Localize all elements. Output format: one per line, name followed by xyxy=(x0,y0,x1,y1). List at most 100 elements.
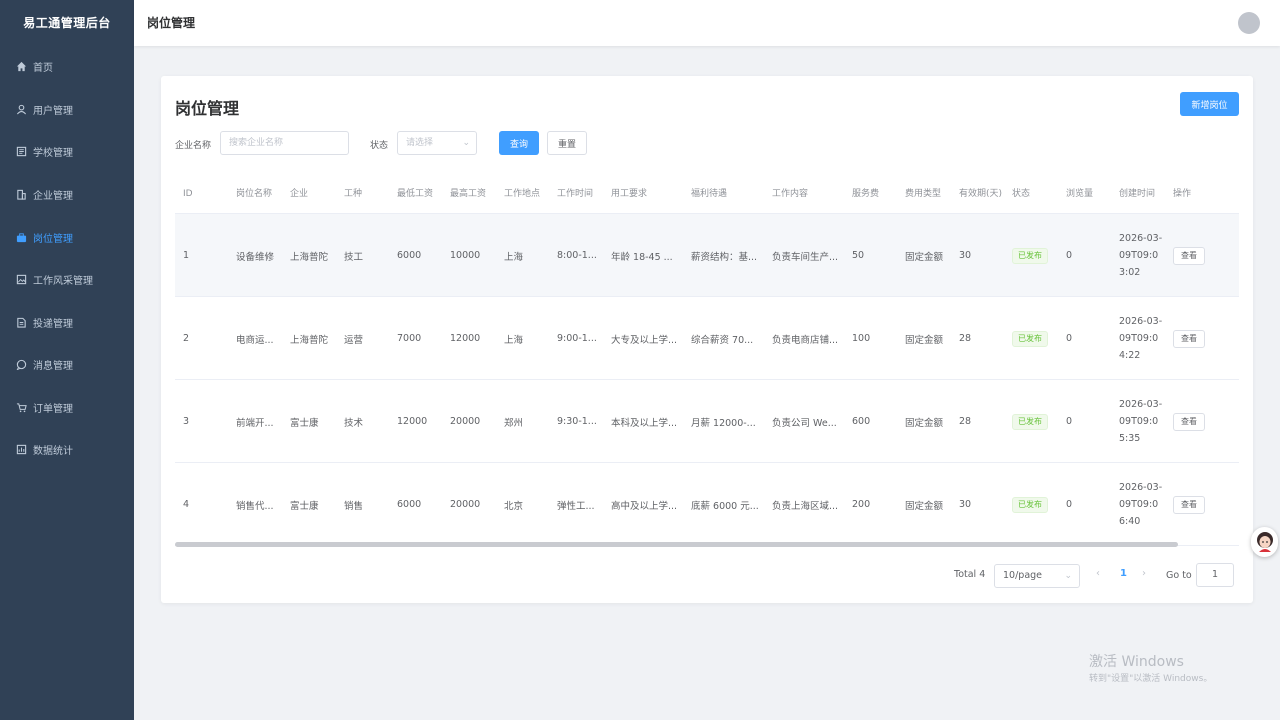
page-number-current[interactable]: 1 xyxy=(1120,568,1127,579)
column-header: 福利待遇 xyxy=(691,189,728,199)
sidebar: 易工通管理后台 首页 用户管理 学校管理 企业管理 岗位管理 工作风采管理 投递管理 消息管理… xyxy=(0,0,134,720)
table-cell: 7000 xyxy=(397,297,421,380)
table-horizontal-scrollbar[interactable] xyxy=(175,542,1178,547)
goto-page-input[interactable]: 1 xyxy=(1196,563,1234,587)
cell-text: 富士康 xyxy=(290,417,319,429)
cell-text: 0 xyxy=(1066,250,1073,261)
add-job-button[interactable]: 新增岗位 xyxy=(1180,92,1239,116)
sidebar-item-5[interactable]: 岗位管理 xyxy=(0,218,134,256)
cell-text: 大专及以上学... xyxy=(611,334,678,346)
cell-text: 底薪 6000 元... xyxy=(691,500,759,512)
table-cell: 0 xyxy=(1066,214,1072,297)
cell-text: 销售代... xyxy=(236,500,274,512)
view-button[interactable]: 查看 xyxy=(1173,412,1205,431)
table-cell: 上海 xyxy=(504,297,523,380)
cell-text: 负责上海区域... xyxy=(772,500,839,512)
cell-text: 郑州 xyxy=(504,417,524,429)
table-cell: 查看 xyxy=(1173,463,1205,546)
table-cell: 上海 xyxy=(504,214,523,297)
cell-text: 4 xyxy=(183,499,190,510)
table-cell: 6000 xyxy=(397,214,421,297)
table-cell: 0 xyxy=(1066,297,1072,380)
table-cell: 负责公司 We... xyxy=(772,380,837,463)
sidebar-item-8[interactable]: 消息管理 xyxy=(0,345,134,383)
table-cell: 28 xyxy=(959,297,971,380)
table-cell: 30 xyxy=(959,214,971,297)
column-header: 工种 xyxy=(344,189,363,199)
view-button[interactable]: 查看 xyxy=(1173,329,1205,348)
company-search-input[interactable] xyxy=(220,131,349,155)
table-cell: 已发布 xyxy=(1012,380,1048,463)
cell-text: 0 xyxy=(1066,499,1073,510)
cell-text: 600 xyxy=(852,416,871,427)
table-cell: 查看 xyxy=(1173,214,1205,297)
cell-text: 综合薪资 70... xyxy=(691,334,754,346)
cell-text: 固定金额 xyxy=(905,417,944,429)
table-cell: 2 xyxy=(183,297,189,380)
table-cell: 北京 xyxy=(504,463,523,546)
sidebar-item-2[interactable]: 用户管理 xyxy=(0,90,134,128)
windows-activation-watermark-title: 激活 Windows xyxy=(1089,654,1184,670)
avatar[interactable] xyxy=(1238,12,1260,34)
table-cell: 12000 xyxy=(397,380,427,463)
prev-page-icon[interactable]: ‹ xyxy=(1096,568,1100,579)
cell-text: 高中及以上学... xyxy=(611,500,678,512)
table-cell: 上海普陀 xyxy=(290,214,328,297)
sidebar-item-4[interactable]: 企业管理 xyxy=(0,175,134,213)
status-filter-label: 状态 xyxy=(370,141,389,151)
table-row: 1 设备维修 上海普陀 技工 6000 10000 上海 8:00-1... 年龄 18-45 … xyxy=(175,214,1239,297)
status-badge: 已发布 xyxy=(1012,413,1048,430)
table-cell: 富士康 xyxy=(290,463,319,546)
table-cell: 4 xyxy=(183,463,189,546)
table-cell: 50 xyxy=(852,214,864,297)
sidebar-item-6[interactable]: 工作风采管理 xyxy=(0,260,134,298)
column-header: 工作地点 xyxy=(504,189,541,199)
sidebar-item-3[interactable]: 学校管理 xyxy=(0,132,134,170)
table-cell: 0 xyxy=(1066,380,1072,463)
page-size-select[interactable]: 10/page ⌄ xyxy=(994,564,1080,588)
main-card: 岗位管理 新增岗位 企业名称 状态 请选择 ⌄ 查询 重置 ID 岗位名称 企业 工种… xyxy=(161,76,1253,603)
table-cell: 固定金额 xyxy=(905,214,943,297)
cell-text: 富士康 xyxy=(290,500,319,512)
table-cell: 1 xyxy=(183,214,189,297)
cell-text: 6000 xyxy=(397,499,422,510)
jobs-table: ID 岗位名称 企业 工种 最低工资 最高工资 工作地点 工作时间 用工要求 福利待遇 工作内容 服务… xyxy=(175,174,1239,546)
column-header: 状态 xyxy=(1012,189,1031,199)
sidebar-item-7[interactable]: 投递管理 xyxy=(0,303,134,341)
next-page-icon[interactable]: › xyxy=(1142,568,1146,579)
cell-text: 2026-03-09T09:05:35 xyxy=(1119,399,1163,444)
sidebar-item-1[interactable]: 首页 xyxy=(0,47,134,85)
sidebar-item-label: 数据统计 xyxy=(33,445,73,457)
table-cell: 0 xyxy=(1066,463,1072,546)
pagination-total: Total 4 xyxy=(954,569,986,580)
table-cell: 600 xyxy=(852,380,870,463)
sidebar-item-9[interactable]: 订单管理 xyxy=(0,388,134,426)
view-button[interactable]: 查看 xyxy=(1173,495,1205,514)
table-cell: 电商运... xyxy=(236,297,274,380)
sidebar-item-label: 首页 xyxy=(33,62,53,74)
column-header: 操作 xyxy=(1173,189,1192,199)
user-icon xyxy=(15,103,27,115)
assistant-avatar-button[interactable] xyxy=(1251,527,1278,557)
reset-button[interactable]: 重置 xyxy=(547,131,587,155)
status-select[interactable]: 请选择 ⌄ xyxy=(397,131,477,155)
sidebar-item-10[interactable]: 数据统计 xyxy=(0,430,134,468)
table-cell: 固定金额 xyxy=(905,463,943,546)
query-button[interactable]: 查询 xyxy=(499,131,539,155)
table-cell: 负责电商店铺... xyxy=(772,297,838,380)
cell-text: 负责电商店铺... xyxy=(772,334,839,346)
table-cell: 3 xyxy=(183,380,189,463)
cell-text: 30 xyxy=(959,499,972,510)
cell-text: 30 xyxy=(959,250,972,261)
cell-text: 100 xyxy=(852,333,871,344)
table-cell: 30 xyxy=(959,463,971,546)
table-header-row: ID 岗位名称 企业 工种 最低工资 最高工资 工作地点 工作时间 用工要求 福利待遇 工作内容 服务… xyxy=(175,174,1239,214)
windows-activation-watermark-subtitle: 转到"设置"以激活 Windows。 xyxy=(1089,674,1213,684)
view-button[interactable]: 查看 xyxy=(1173,246,1205,265)
table-cell: 已发布 xyxy=(1012,463,1048,546)
cell-text: 技工 xyxy=(344,251,364,263)
table-cell: 20000 xyxy=(450,380,480,463)
table-cell: 前端开... xyxy=(236,380,274,463)
table-cell: 技工 xyxy=(344,214,363,297)
column-header: 服务费 xyxy=(852,189,880,199)
